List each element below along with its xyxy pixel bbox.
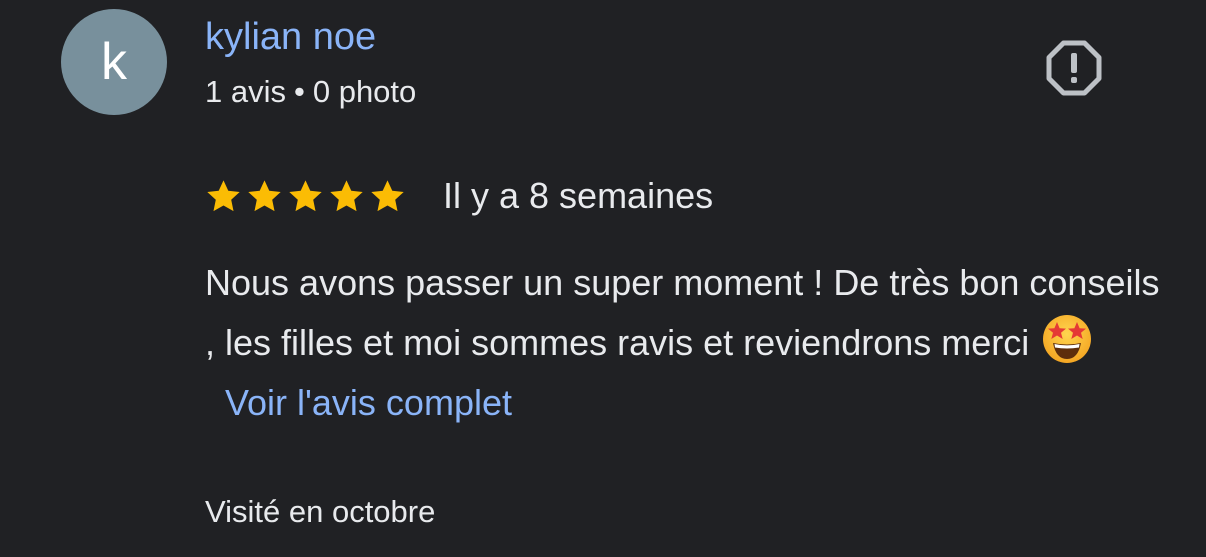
star-icon bbox=[207, 179, 240, 211]
rating-row: Il y a 8 semaines bbox=[205, 172, 713, 220]
review-count: 1 avis bbox=[205, 74, 286, 109]
star-icon bbox=[330, 179, 363, 211]
star-icon bbox=[371, 179, 404, 211]
star-icon bbox=[248, 179, 281, 211]
star-icon bbox=[289, 179, 322, 211]
avatar[interactable]: k bbox=[61, 9, 167, 115]
report-button[interactable] bbox=[1045, 39, 1103, 97]
review-text: Nous avons passer un super moment ! De t… bbox=[205, 262, 1160, 363]
review-body: Nous avons passer un super moment ! De t… bbox=[205, 253, 1165, 433]
photo-count: 0 photo bbox=[312, 74, 417, 109]
avatar-initial: k bbox=[101, 33, 127, 91]
star-struck-emoji bbox=[1043, 315, 1092, 363]
review-date: Il y a 8 semaines bbox=[443, 175, 714, 216]
read-full-review-link[interactable]: Voir l'avis complet bbox=[225, 382, 512, 423]
meta-separator: • bbox=[293, 74, 305, 109]
report-flag-icon bbox=[1046, 40, 1102, 96]
star-rating bbox=[205, 178, 406, 215]
author-meta: 1 avis • 0 photo bbox=[205, 72, 416, 112]
visited-date: Visité en octobre bbox=[205, 494, 436, 529]
author-name[interactable]: kylian noe bbox=[205, 14, 376, 60]
